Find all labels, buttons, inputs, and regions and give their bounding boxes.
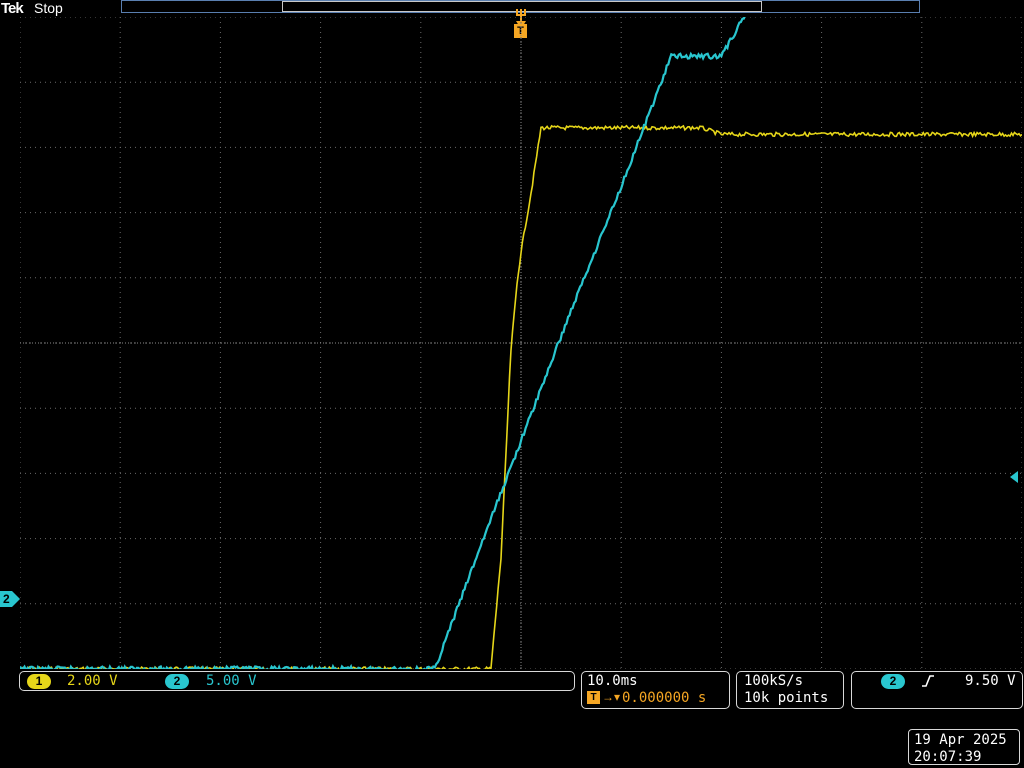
- graticule: [20, 17, 1022, 669]
- brand-logo: Tek: [1, 0, 24, 17]
- ch1-scale: 2.00 V: [67, 673, 118, 689]
- sample-rate: 100kS/s: [744, 673, 804, 689]
- trigger-delay-value: 0.000000 s: [622, 690, 707, 706]
- top-status-bar: Tek Stop: [0, 0, 1024, 17]
- trigger-source-badge: 2: [881, 674, 905, 689]
- delay-arrow-icon: →▾: [602, 690, 621, 704]
- run-state-label: Stop: [34, 0, 63, 16]
- trigger-level-arrow-icon: [1010, 471, 1018, 483]
- trigger-level-value: 9.50 V: [965, 673, 1016, 689]
- ch2-badge[interactable]: 2: [165, 674, 189, 689]
- ch2-ground-marker-label: 2: [3, 592, 10, 606]
- ch1-badge[interactable]: 1: [27, 674, 51, 689]
- rising-edge-icon: [922, 675, 934, 687]
- trigger-delay-icon: T: [587, 691, 600, 704]
- timebase-scale: 10.0ms: [587, 673, 638, 689]
- time-label: 20:07:39: [914, 749, 982, 765]
- ch2-scale: 5.00 V: [206, 673, 257, 689]
- waveform-display[interactable]: [20, 17, 1022, 669]
- record-length: 10k points: [744, 690, 829, 706]
- date-label: 19 Apr 2025: [914, 732, 1007, 748]
